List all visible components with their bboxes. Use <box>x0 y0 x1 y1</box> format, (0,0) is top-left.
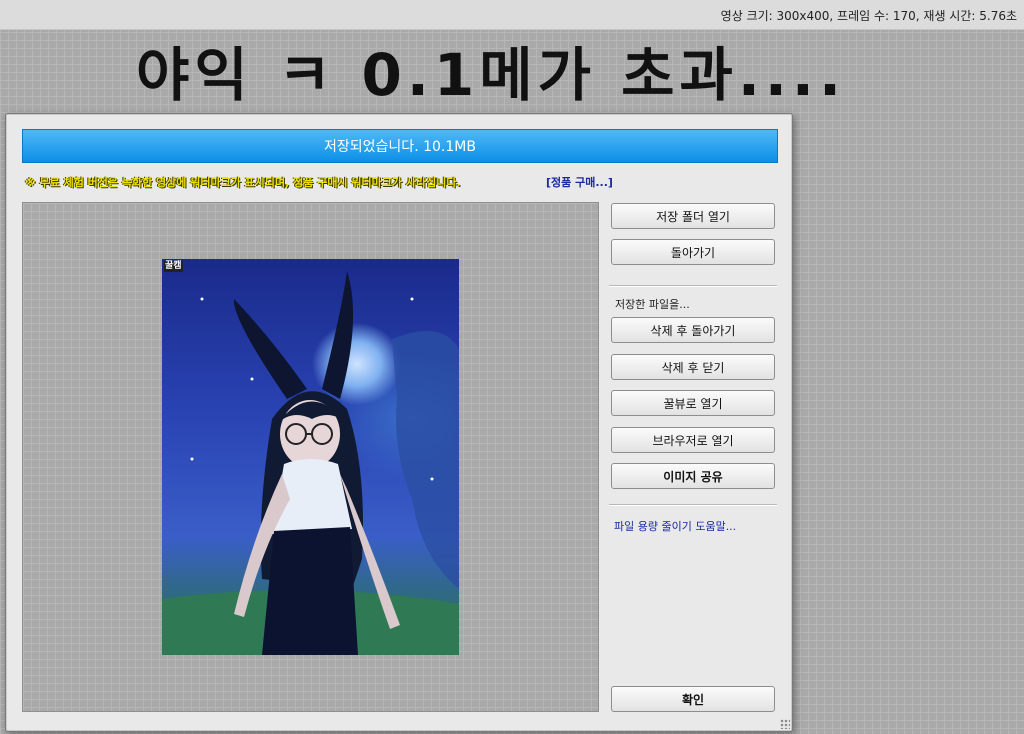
open-honeyview-button[interactable]: 꿀뷰로 열기 <box>611 390 775 416</box>
divider <box>609 504 777 506</box>
saved-file-label: 저장한 파일을... <box>615 298 690 311</box>
open-browser-button[interactable]: 브라우저로 열기 <box>611 427 775 453</box>
open-folder-button[interactable]: 저장 폴더 열기 <box>611 203 775 229</box>
resize-grip[interactable] <box>780 719 790 729</box>
preview-area: 꿀캠 <box>22 202 599 712</box>
back-button[interactable]: 돌아가기 <box>611 239 775 265</box>
video-info-text: 영상 크기: 300x400, 프레임 수: 170, 재생 시간: 5.76초 <box>720 9 1017 23</box>
save-result-dialog: 저장되었습니다. 10.1MB ※ 무료 체험 버전은 녹화한 영상에 워터마크… <box>5 113 793 732</box>
saved-banner: 저장되었습니다. 10.1MB <box>22 129 778 163</box>
character-illustration <box>162 271 459 655</box>
file-size-help-link[interactable]: 파일 용량 줄이기 도움말... <box>614 518 736 534</box>
delete-and-back-button[interactable]: 삭제 후 돌아가기 <box>611 317 775 343</box>
overlay-caption: 야익 ㅋ 0.1메가 초과.... <box>136 41 846 109</box>
buy-link[interactable]: [정품 구매...] <box>546 174 613 190</box>
preview-image: 꿀캠 <box>162 259 459 655</box>
share-image-button[interactable]: 이미지 공유 <box>611 463 775 489</box>
watermark-stamp: 꿀캠 <box>164 261 183 272</box>
divider <box>609 285 777 287</box>
trial-notice: ※ 무료 체험 버전은 녹화한 영상에 워터마크가 표시되며, 정품 구매시 워… <box>25 176 461 189</box>
delete-and-close-button[interactable]: 삭제 후 닫기 <box>611 354 775 380</box>
top-info-bar: 영상 크기: 300x400, 프레임 수: 170, 재생 시간: 5.76초 <box>0 0 1024 30</box>
ok-button[interactable]: 확인 <box>611 686 775 712</box>
